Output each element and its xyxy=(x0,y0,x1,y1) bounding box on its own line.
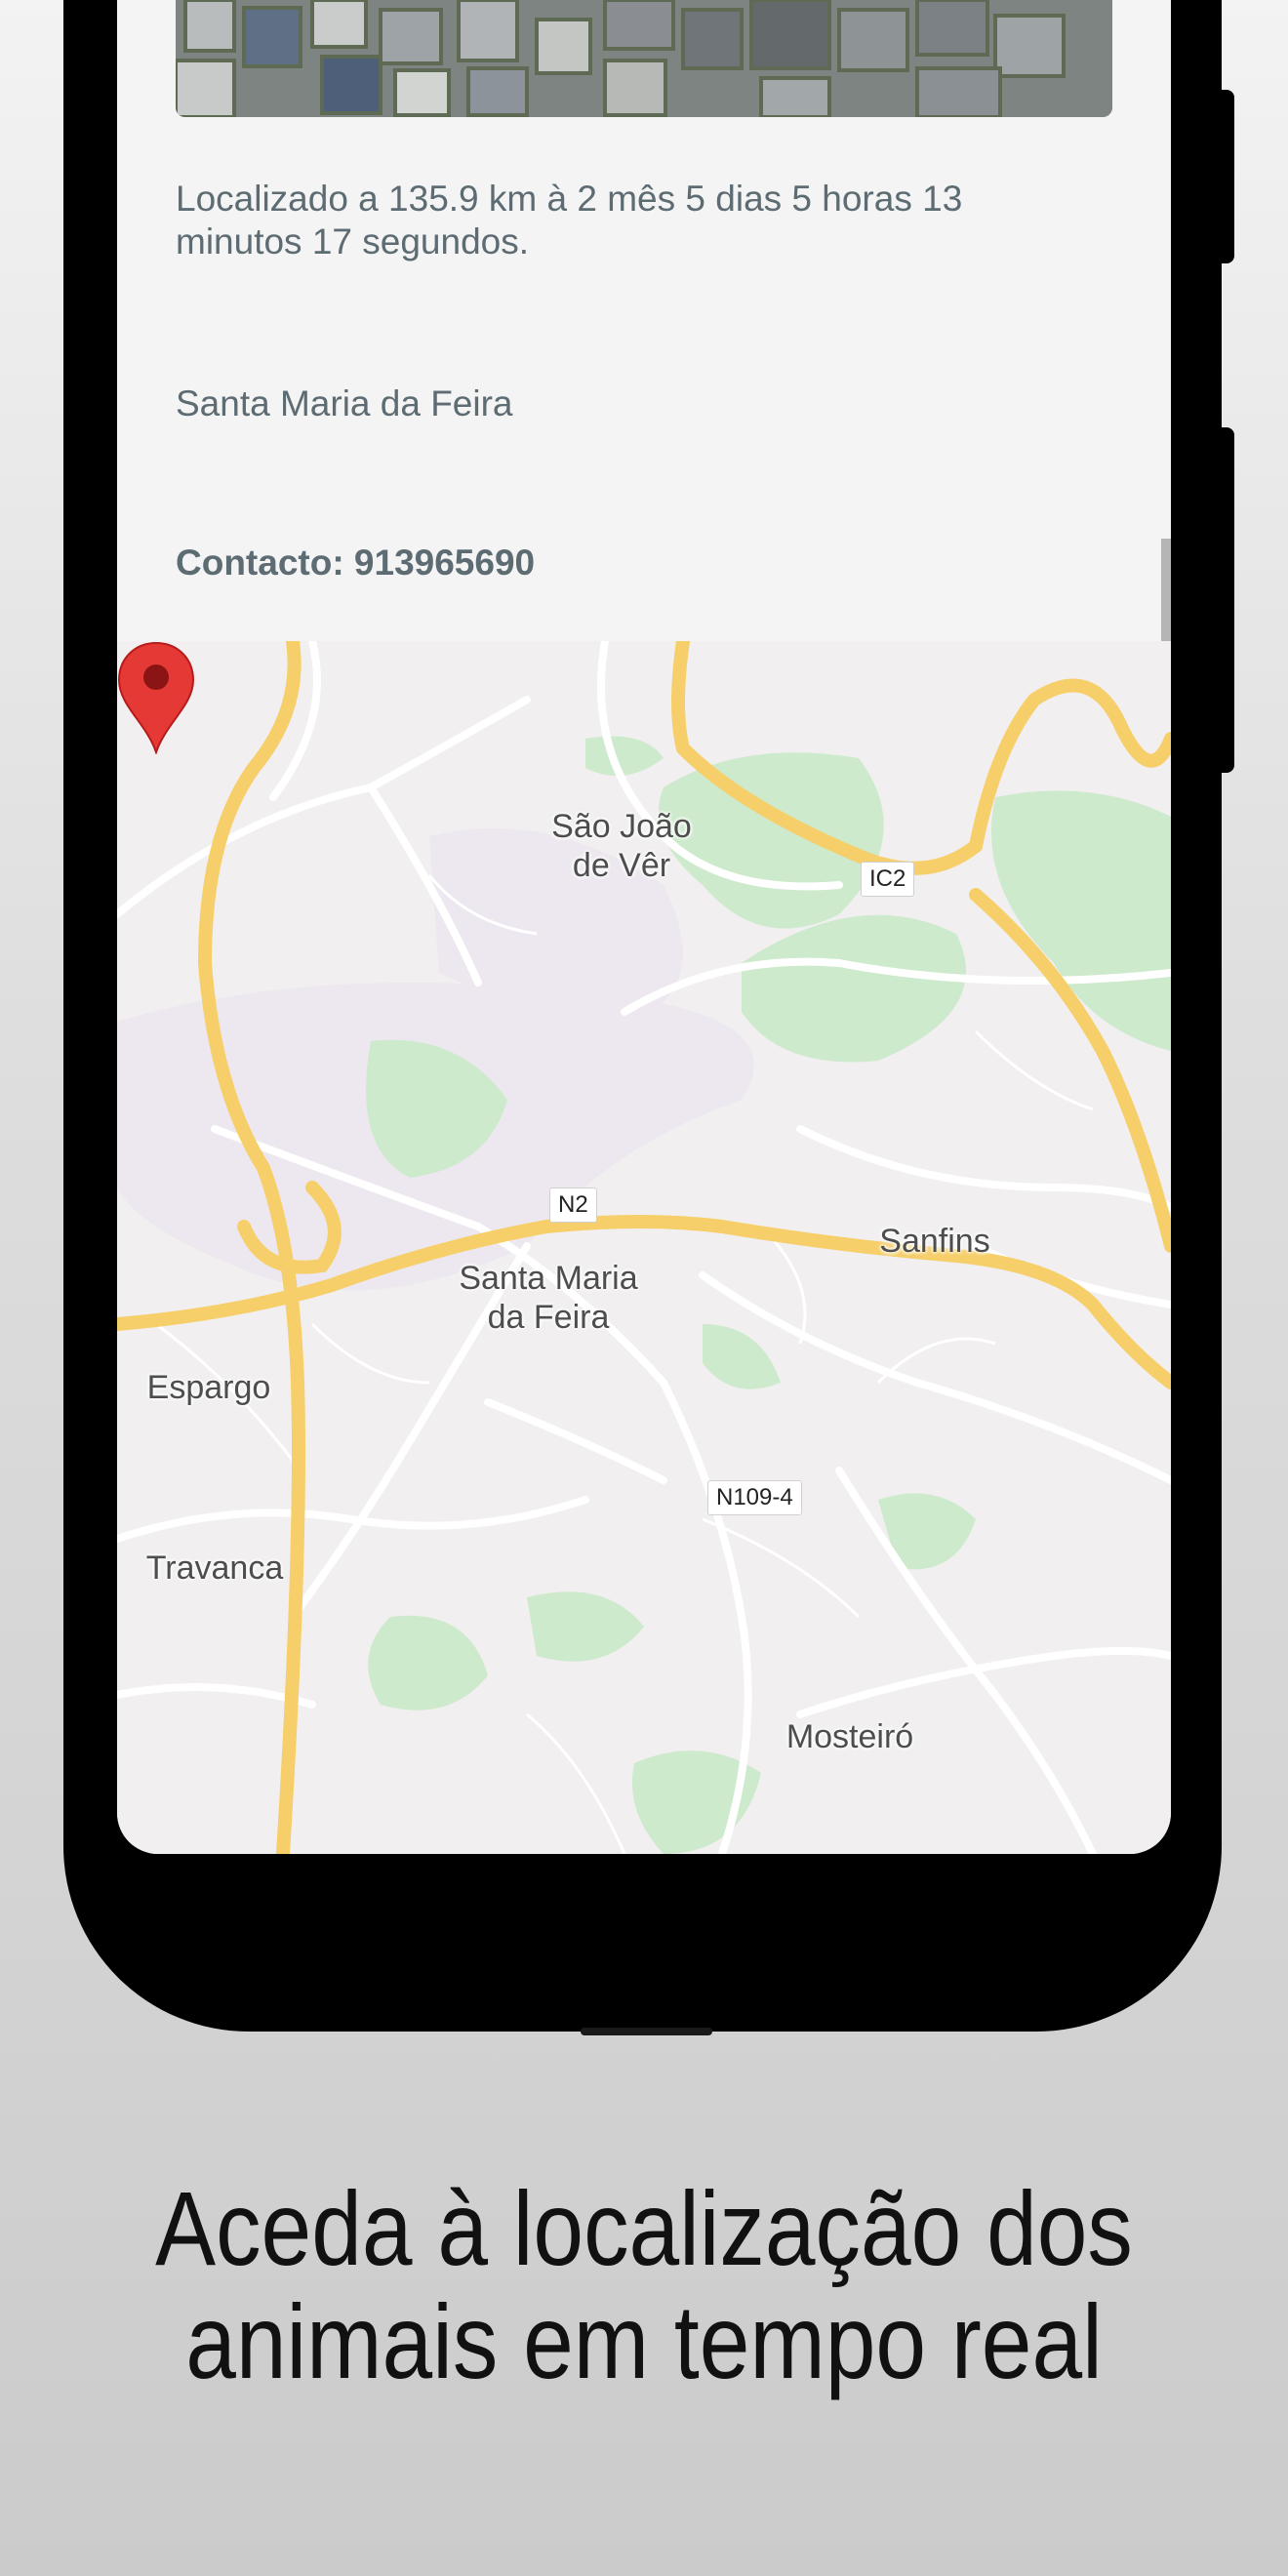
map-label-sao-joao: São João de Vêr xyxy=(551,808,692,884)
map-label-travanca: Travanca xyxy=(145,1550,284,1587)
contact-text[interactable]: Contacto: 913965690 xyxy=(176,542,1083,584)
animal-photo[interactable] xyxy=(176,0,1112,117)
road-badge-n2: N2 xyxy=(549,1187,597,1223)
map-pin-icon[interactable] xyxy=(117,641,195,754)
map-label-santa-maria: Santa Maria da Feira xyxy=(459,1260,638,1336)
distance-text: Localizado a 135.9 km à 2 mês 5 dias 5 h… xyxy=(176,179,963,262)
map-label-mosteiro: Mosteiró xyxy=(785,1718,914,1755)
phone-side-button xyxy=(1210,90,1234,263)
road-badge-ic2: IC2 xyxy=(861,862,915,897)
map-view[interactable]: São João de Vêr Santa Maria da Feira San… xyxy=(117,641,1171,1854)
phone-volume-button xyxy=(1210,427,1234,773)
phone-bottom-speaker xyxy=(581,2028,712,2035)
app-screen: Localizado a 135.9 km à 2 mês 5 dias 5 h… xyxy=(117,0,1171,1854)
map-label-espargo: Espargo xyxy=(146,1369,271,1406)
map-label-sanfins: Sanfins xyxy=(879,1223,990,1260)
locality-text: Santa Maria da Feira xyxy=(176,383,513,423)
promo-caption: Aceda à localização dos animais em tempo… xyxy=(155,2169,1133,2400)
road-badge-n109-4: N109-4 xyxy=(707,1480,802,1515)
